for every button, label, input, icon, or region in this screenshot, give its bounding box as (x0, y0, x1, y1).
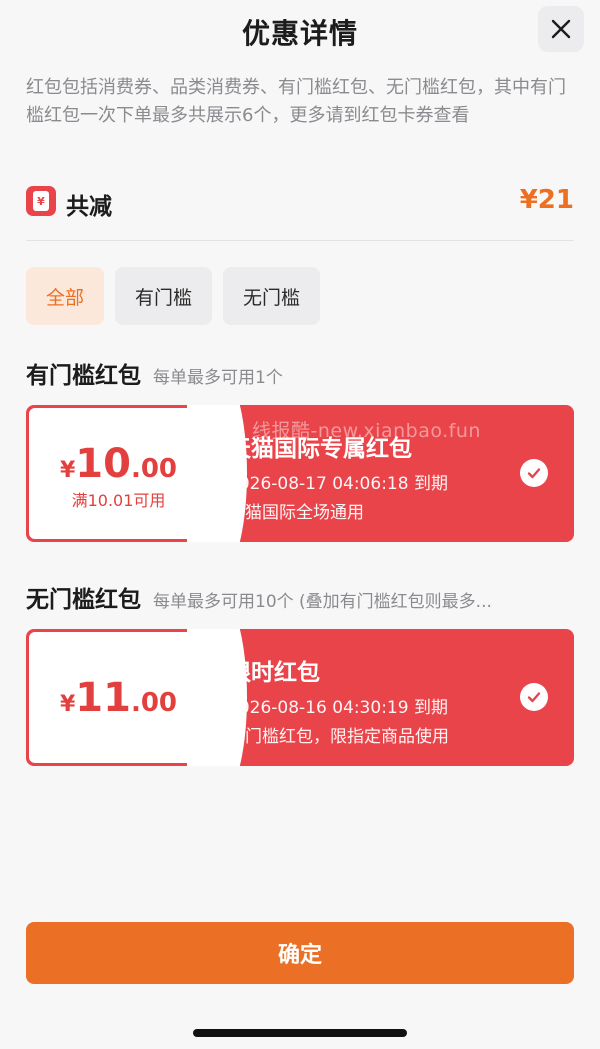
section-title-no-threshold: 无门槛红包 每单最多可用10个 (叠加有门槛红包则最多... (26, 580, 574, 612)
total-value: ¥21 (519, 185, 574, 215)
check-icon[interactable] (520, 683, 548, 711)
coupon-expiry: 2026-08-16 04:30:19 到期 (228, 698, 448, 718)
confirm-button[interactable]: 确定 (26, 922, 574, 984)
coupon-amount: ¥11.00 (59, 675, 178, 721)
coupon-desc: 无门槛红包，限指定商品使用 (228, 727, 449, 747)
filter-no-threshold[interactable]: 无门槛 (223, 267, 321, 325)
home-indicator[interactable] (193, 1029, 407, 1037)
section-name: 无门槛红包 (26, 587, 141, 612)
coupon-condition: 满10.01可用 (71, 491, 166, 510)
coupon-info: 天猫国际专属红包 2026-08-17 04:06:18 到期 天猫国际全场通用 (228, 429, 448, 523)
filter-all[interactable]: 全部 (26, 267, 105, 325)
total-label: 共减 (66, 194, 112, 220)
total-row: ¥ 共减 ¥21 (26, 184, 574, 220)
watermark: 线报酷-new.xianbao.fun (252, 420, 481, 442)
coupon-card[interactable]: ¥11.00 限时红包 2026-08-16 04:30:19 到期 无门槛红包… (26, 629, 574, 766)
section-title-threshold: 有门槛红包 每单最多可用1个 (26, 356, 574, 388)
description-text: 红包包括消费券、品类消费券、有门槛红包、无门槛红包，其中有门槛红包一次下单最多共… (26, 77, 566, 126)
coupon-expiry: 2026-08-17 04:06:18 到期 (228, 474, 448, 494)
check-icon[interactable] (520, 459, 548, 487)
coupon-desc: 天猫国际全场通用 (228, 503, 364, 523)
section-name: 有门槛红包 (26, 363, 141, 388)
divider (26, 240, 574, 241)
filter-tabs: 全部 有门槛 无门槛 (26, 267, 321, 325)
coupon-info: 限时红包 2026-08-16 04:30:19 到期 无门槛红包，限指定商品使… (228, 653, 449, 747)
section-hint: 每单最多可用10个 (叠加有门槛红包则最多... (153, 592, 492, 612)
page-title: 优惠详情 (241, 17, 358, 50)
coupon-title: 限时红包 (228, 660, 320, 686)
red-envelope-icon: ¥ (26, 186, 56, 216)
coupon-amount: ¥10.00 (59, 441, 178, 487)
section-hint: 每单最多可用1个 (153, 368, 283, 388)
filter-threshold[interactable]: 有门槛 (115, 267, 213, 325)
close-icon (551, 19, 571, 39)
header: 优惠详情 (0, 0, 600, 58)
close-button[interactable] (538, 6, 584, 52)
